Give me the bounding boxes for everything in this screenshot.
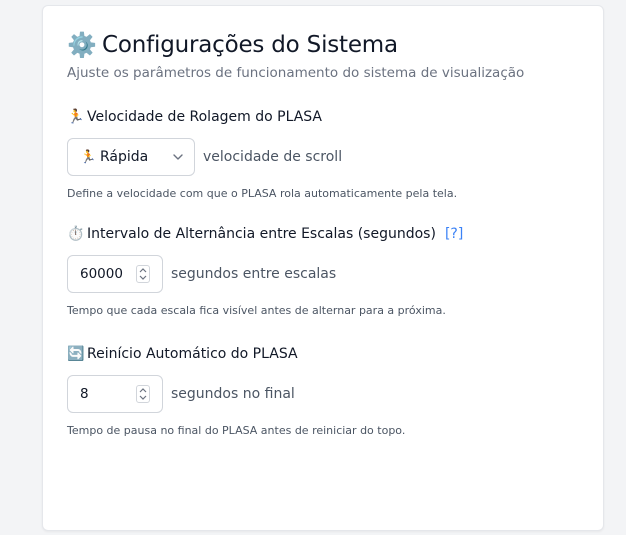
- auto-restart-stepper[interactable]: [136, 385, 150, 403]
- auto-restart-controls: segundos no final: [67, 375, 579, 413]
- scroll-speed-label: Velocidade de Rolagem do PLASA: [87, 109, 322, 125]
- scale-interval-help: Tempo que cada escala fica visível antes…: [67, 304, 446, 317]
- auto-restart-suffix: segundos no final: [171, 386, 295, 402]
- stopwatch-icon: ⏱️: [67, 226, 85, 242]
- page-title: Configurações do Sistema: [102, 32, 398, 58]
- auto-restart-input[interactable]: [80, 386, 132, 402]
- scroll-speed-selected-value: Rápida: [100, 149, 149, 165]
- scale-interval-label: Intervalo de Alternância entre Escalas (…: [87, 226, 436, 242]
- scroll-speed-section: 🏃 Velocidade de Rolagem do PLASA 🏃 Rápid…: [67, 107, 579, 200]
- scale-interval-stepper[interactable]: [136, 265, 150, 283]
- runner-icon: 🏃: [67, 109, 85, 125]
- page-header: ⚙️ Configurações do Sistema: [67, 30, 579, 60]
- scale-interval-help-link[interactable]: [?]: [445, 226, 463, 242]
- chevron-up-icon: [139, 268, 147, 273]
- scale-interval-suffix: segundos entre escalas: [171, 266, 337, 282]
- runner-icon: 🏃: [80, 149, 97, 165]
- scroll-speed-suffix: velocidade de scroll: [203, 149, 343, 165]
- chevron-down-icon: [139, 395, 147, 400]
- scale-interval-input[interactable]: [80, 266, 132, 282]
- scroll-speed-label-row: 🏃 Velocidade de Rolagem do PLASA: [67, 107, 579, 127]
- refresh-icon: 🔄: [67, 346, 85, 362]
- chevron-down-icon: [139, 275, 147, 280]
- auto-restart-section: 🔄 Reinício Automático do PLASA segundos …: [67, 344, 579, 437]
- chevron-down-icon: [172, 151, 184, 163]
- scroll-speed-controls: 🏃 Rápida velocidade de scroll: [67, 138, 579, 176]
- scale-interval-section: ⏱️ Intervalo de Alternância entre Escala…: [67, 224, 579, 317]
- scroll-speed-help: Define a velocidade com que o PLASA rola…: [67, 187, 458, 200]
- settings-card: ⚙️ Configurações do Sistema Ajuste os pa…: [42, 5, 604, 531]
- scale-interval-label-row: ⏱️ Intervalo de Alternância entre Escala…: [67, 224, 579, 244]
- gear-icon: ⚙️: [67, 31, 97, 59]
- page-subtitle: Ajuste os parâmetros de funcionamento do…: [67, 65, 525, 81]
- scale-interval-controls: segundos entre escalas: [67, 255, 579, 293]
- auto-restart-field: [67, 375, 163, 413]
- chevron-up-icon: [139, 388, 147, 393]
- scroll-speed-select[interactable]: 🏃 Rápida: [67, 138, 195, 176]
- auto-restart-label-row: 🔄 Reinício Automático do PLASA: [67, 344, 579, 364]
- scale-interval-field: [67, 255, 163, 293]
- auto-restart-help: Tempo de pausa no final do PLASA antes d…: [67, 424, 406, 437]
- auto-restart-label: Reinício Automático do PLASA: [87, 346, 298, 362]
